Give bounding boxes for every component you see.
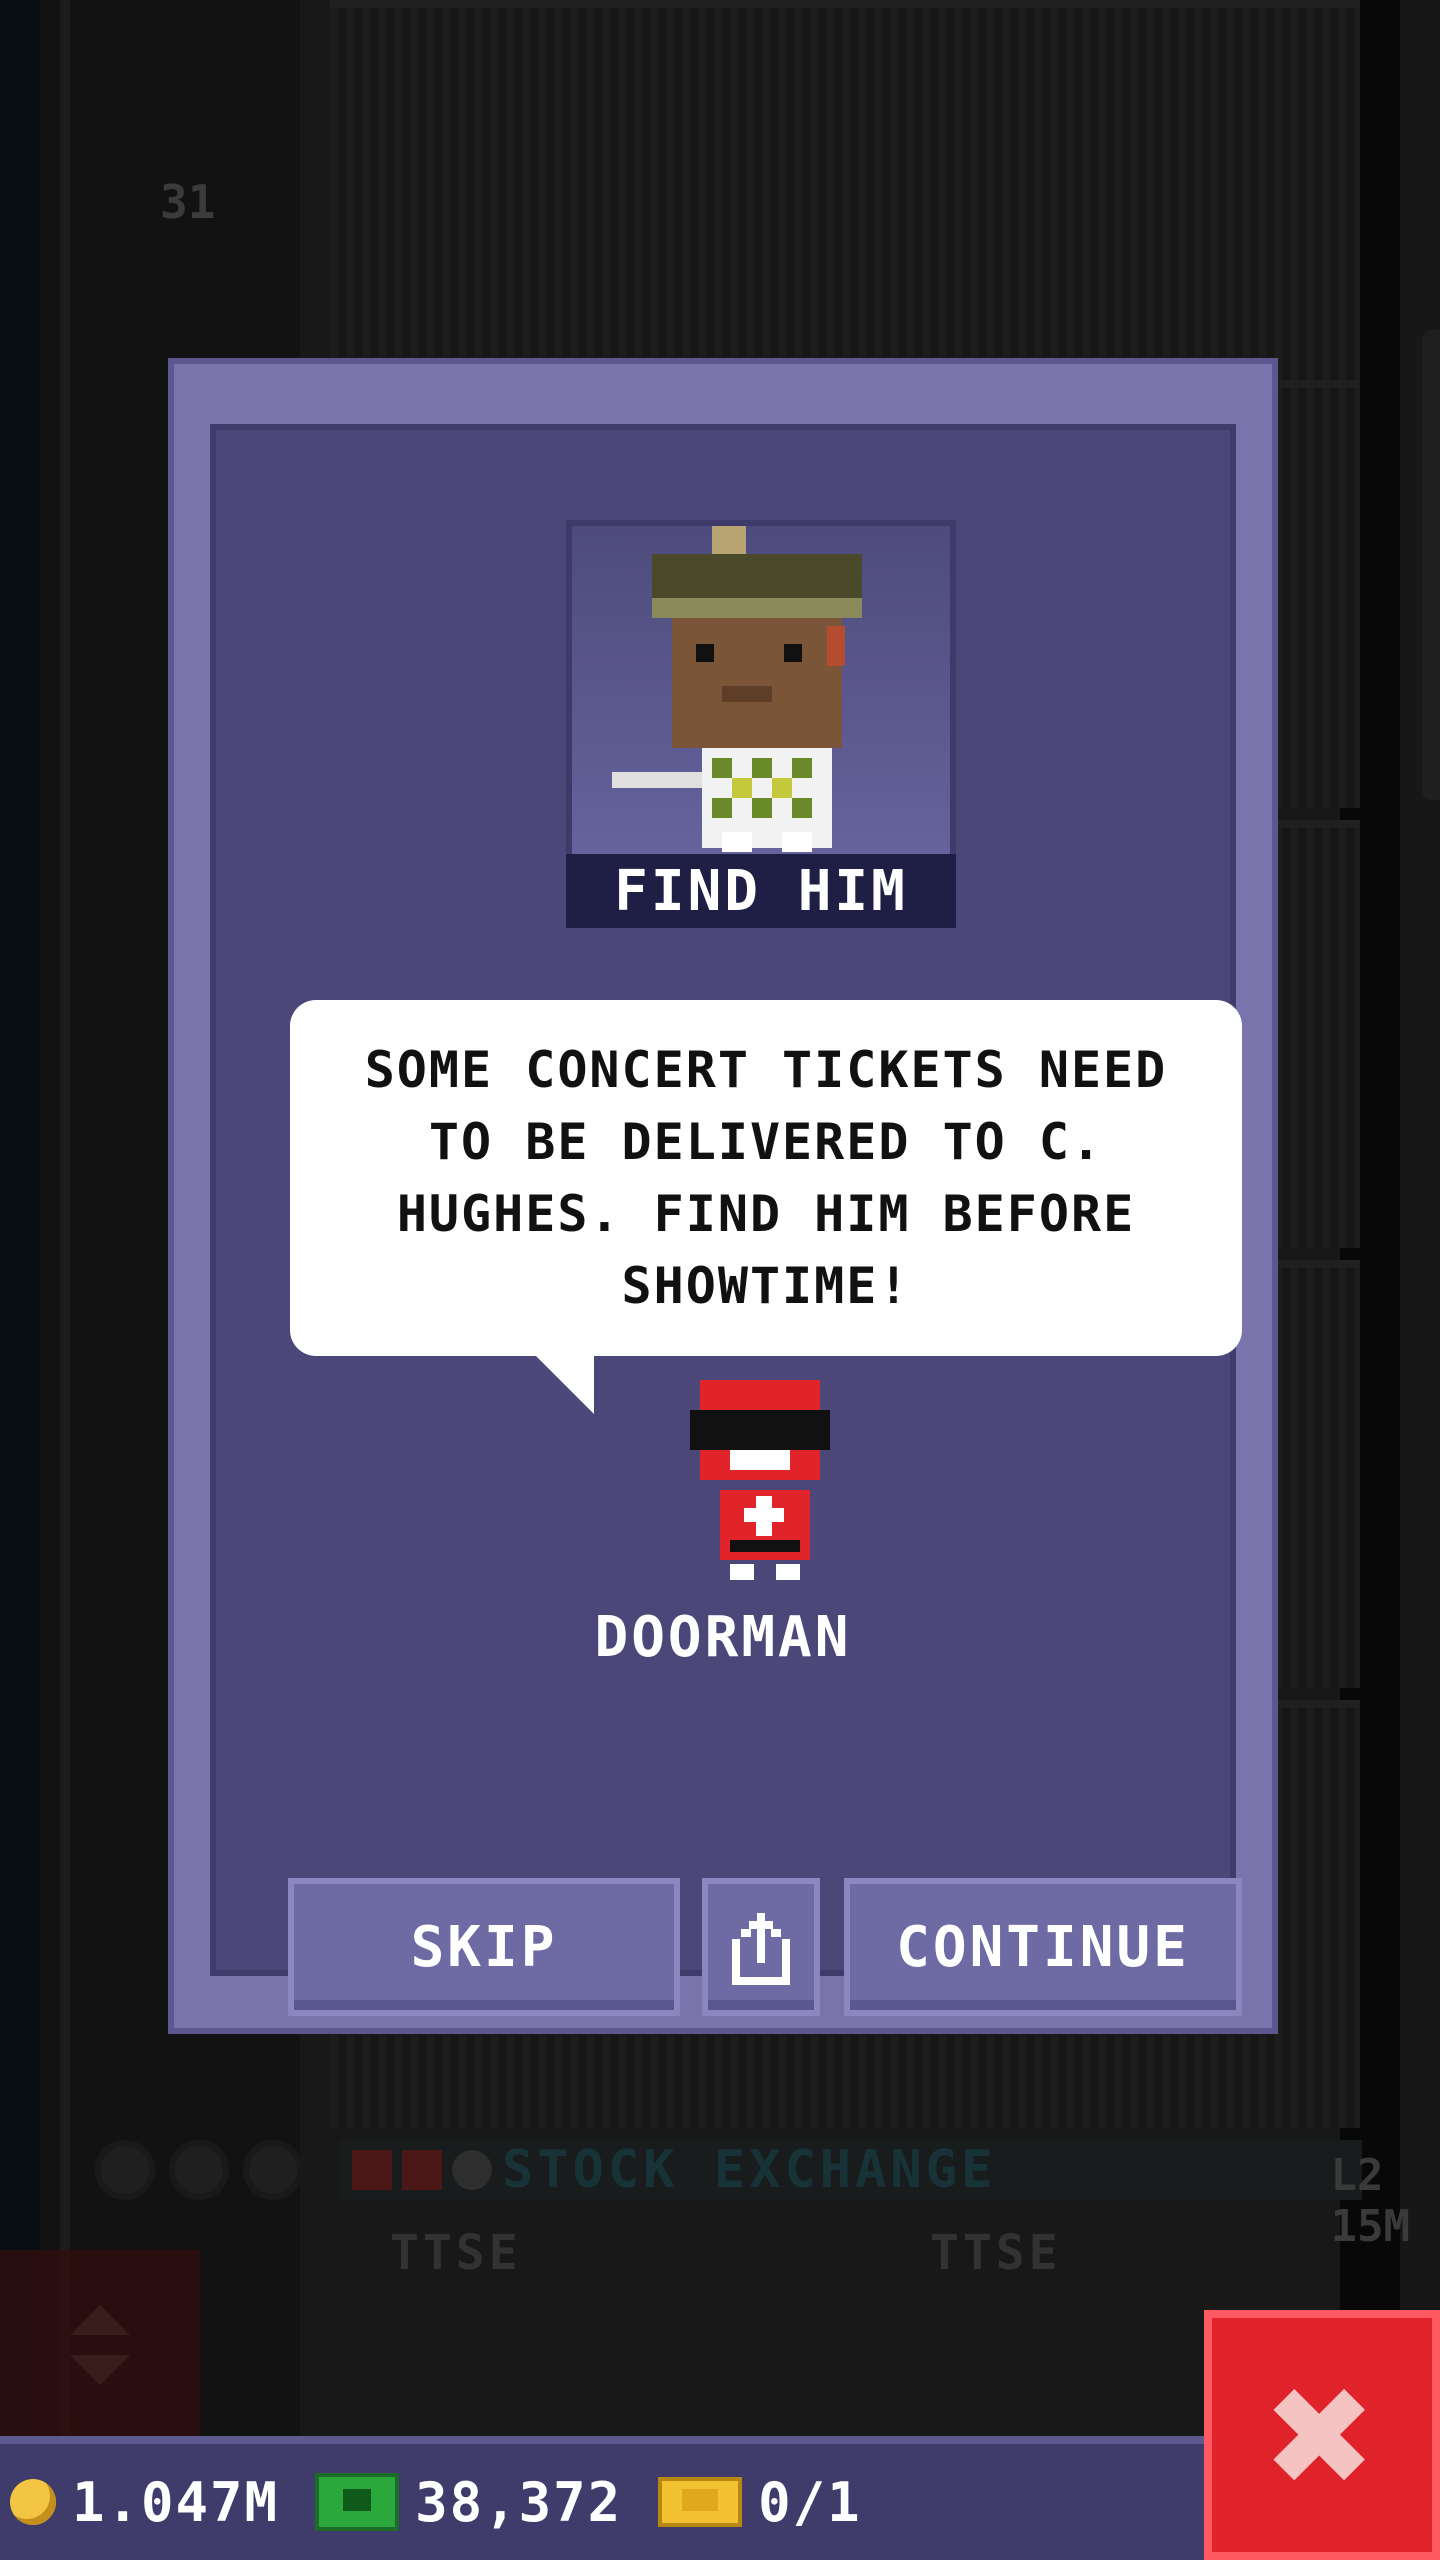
speech-bubble: SOME CONCERT TICKETS NEED TO BE DELIVERE… (290, 1000, 1242, 1356)
tickets-value: 0/1 (758, 2470, 862, 2534)
golfer-sprite-icon (612, 526, 862, 852)
share-button[interactable] (702, 1878, 820, 2016)
mission-dialog: FIND HIM SOME CONCERT TICKETS NEED TO BE… (168, 358, 1278, 2034)
skip-button[interactable]: SKIP (288, 1878, 680, 2016)
coins-value: 1.047M (72, 2470, 280, 2534)
close-button[interactable]: ✖ (1204, 2310, 1440, 2560)
share-icon (732, 1913, 790, 1985)
close-icon: ✖ (1267, 2330, 1377, 2540)
npc-name: DOORMAN (594, 1605, 852, 1670)
coin-icon (10, 2479, 56, 2525)
portrait-caption: FIND HIM (566, 854, 956, 928)
mission-dialog-panel: FIND HIM SOME CONCERT TICKETS NEED TO BE… (210, 424, 1242, 2016)
mission-message: SOME CONCERT TICKETS NEED TO BE DELIVERE… (364, 1041, 1168, 1315)
doorman-icon (690, 1380, 830, 1580)
status-bar: 1.047M 38,372 0/1 (0, 2436, 1210, 2560)
continue-button[interactable]: CONTINUE (844, 1878, 1242, 2016)
speech-bubble-tail (534, 1354, 594, 1414)
ticket-icon (658, 2477, 743, 2527)
doorman-sprite (690, 1380, 830, 1580)
bux-value: 38,372 (415, 2470, 623, 2534)
bux-icon (315, 2473, 400, 2531)
